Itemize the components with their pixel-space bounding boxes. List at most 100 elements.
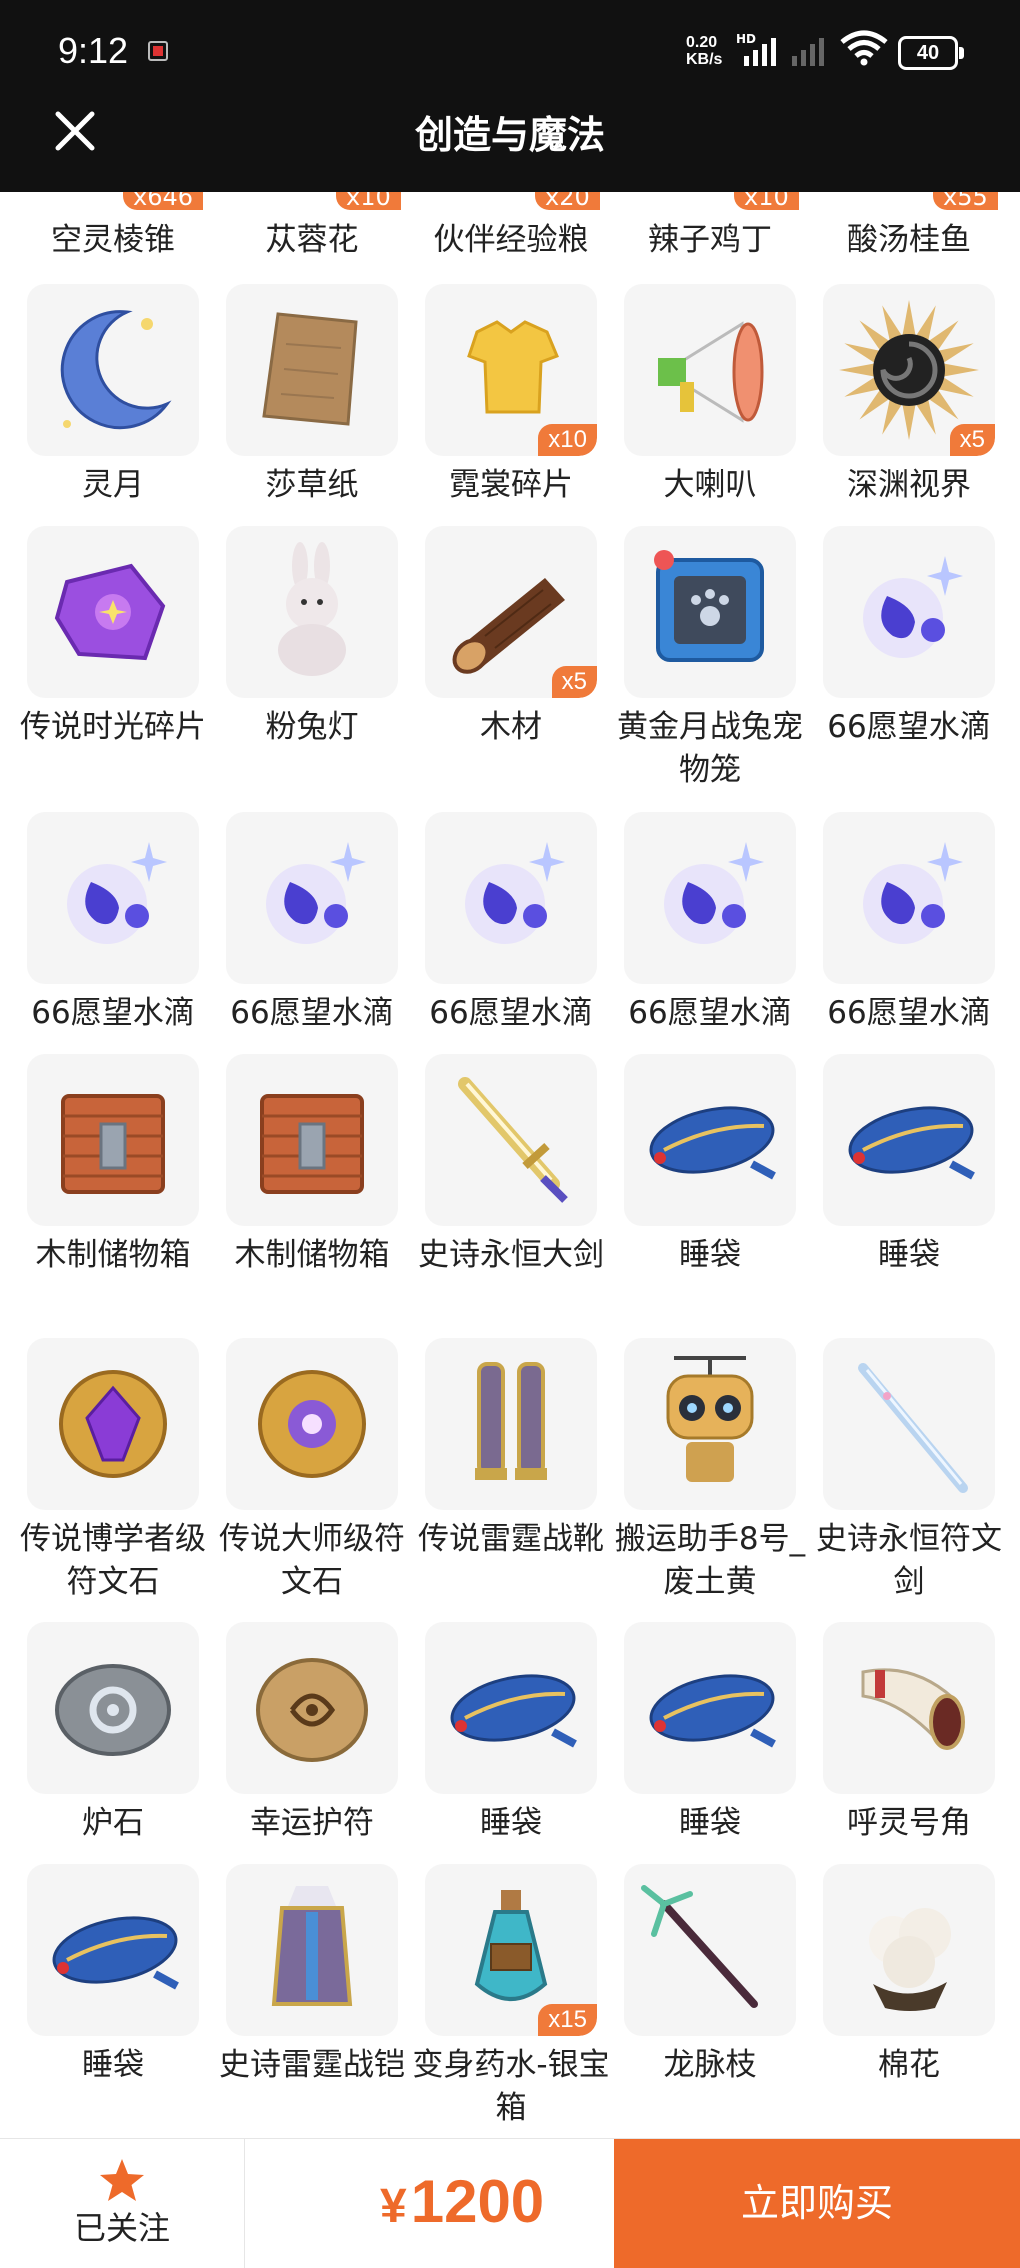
item-name: 伙伴经验粮	[433, 222, 589, 258]
item-name: 木制储物箱	[234, 1237, 390, 1273]
status-time: 9:12	[58, 30, 129, 71]
item-thumbnail	[823, 1054, 995, 1226]
item-name: 传说时光碎片	[20, 709, 206, 745]
item-thumbnail	[624, 1054, 796, 1226]
top-bar: 9:12 0.20 KB/s HD 40 创造与魔法	[0, 0, 1020, 192]
item-count-badge: x5	[551, 666, 597, 698]
item-count-badge: x10	[336, 192, 401, 210]
wish-drop-icon	[465, 842, 565, 944]
follow-label: 已关注	[73, 2209, 170, 2247]
item-thumbnail	[226, 284, 398, 456]
item-thumbnail: x5	[425, 526, 597, 698]
wish-drop-icon	[664, 842, 764, 944]
item-name: 空灵棱锥	[51, 222, 175, 258]
item-name: 莎草纸	[265, 467, 359, 503]
item-thumbnail	[27, 1054, 199, 1226]
megaphone-icon	[658, 321, 764, 423]
item-thumbnail	[226, 1054, 398, 1226]
item-name: 史诗雷霆战铠	[219, 2047, 405, 2083]
rune-sword-icon	[858, 1363, 968, 1493]
bunny-lamp-icon	[278, 542, 346, 676]
item-name: 传说博学者级符文石	[20, 1521, 206, 1600]
item-name: 66愿望水滴	[827, 995, 991, 1031]
bottom-bar: 已关注 ¥1200 立即购买	[0, 2138, 1020, 2268]
item-count-badge: x55	[933, 192, 998, 210]
buy-now-button[interactable]: 立即购买	[614, 2139, 1020, 2268]
item-name: 大喇叭	[663, 467, 757, 503]
item-name: 睡袋	[878, 1237, 940, 1273]
thunder-boots-icon	[475, 1362, 547, 1480]
item-thumbnail: x15	[425, 1864, 597, 2036]
screen-record-icon	[148, 41, 168, 61]
item-name: 史诗永恒大剑	[418, 1237, 604, 1273]
item-thumbnail	[425, 812, 597, 984]
item-name: 传说大师级符文石	[219, 1521, 405, 1600]
item-thumbnail	[226, 526, 398, 698]
wooden-chest-icon	[61, 1094, 165, 1194]
item-name: 粉兔灯	[265, 709, 359, 745]
item-name: 黄金月战兔宠物笼	[617, 709, 803, 788]
item-thumbnail	[27, 284, 199, 456]
wish-drop-icon	[67, 842, 167, 944]
item-name: 66愿望水滴	[429, 995, 593, 1031]
item-name: 睡袋	[82, 2047, 144, 2083]
item-thumbnail	[624, 812, 796, 984]
network-speed-value: 0.20	[686, 34, 718, 51]
price-amount: 1200	[410, 2168, 545, 2235]
item-name: 木材	[480, 709, 542, 745]
item-thumbnail	[425, 1054, 597, 1226]
item-thumbnail	[823, 1864, 995, 2036]
item-count-badge: x10	[538, 424, 597, 456]
item-name: 史诗永恒符文剑	[816, 1521, 1002, 1600]
wish-drop-icon	[266, 842, 366, 944]
sleeping-bag-icon	[848, 1106, 975, 1180]
item-name: 66愿望水滴	[628, 995, 792, 1031]
item-name: 灵月	[82, 467, 144, 503]
item-name: 辣子鸡丁	[648, 222, 772, 258]
battery-icon: 40	[898, 36, 964, 70]
star-icon	[100, 2159, 144, 2201]
follow-button[interactable]: 已关注	[0, 2139, 245, 2268]
item-name: 龙脉枝	[663, 2047, 757, 2083]
item-thumbnail	[624, 1622, 796, 1794]
lucky-charm-icon	[256, 1658, 368, 1762]
item-thumbnail	[27, 1864, 199, 2036]
item-grid: x646 空灵棱锥 x10 苁蓉花 x20 伙伴经验粮 x10 辣子鸡丁 x55 酸汤桂鱼 灵月 莎草…	[0, 192, 1020, 2138]
sleeping-bag-icon	[649, 1674, 776, 1748]
item-name: 66愿望水滴	[827, 709, 991, 745]
item-name: 睡袋	[679, 1237, 741, 1273]
rune-stone-purple-icon	[59, 1370, 167, 1478]
item-thumbnail	[624, 1864, 796, 2036]
signal-icon	[744, 32, 776, 66]
item-name: 深渊视界	[847, 467, 971, 503]
item-name: 搬运助手8号_废土黄	[614, 1521, 806, 1600]
sleeping-bag-icon	[52, 1916, 179, 1990]
wish-drop-icon	[863, 842, 963, 944]
item-thumbnail	[27, 812, 199, 984]
network-speed-unit: KB/s	[686, 51, 723, 68]
price: ¥1200	[380, 2167, 544, 2236]
item-thumbnail	[823, 526, 995, 698]
item-name: 传说雷霆战靴	[418, 1521, 604, 1557]
hearthstone-icon	[55, 1664, 171, 1756]
item-thumbnail	[823, 1622, 995, 1794]
item-thumbnail	[624, 526, 796, 698]
item-thumbnail: x5	[823, 284, 995, 456]
item-thumbnail	[226, 812, 398, 984]
item-count-badge: x646	[123, 192, 204, 210]
item-name: 66愿望水滴	[230, 995, 394, 1031]
greatsword-icon	[458, 1077, 568, 1203]
item-thumbnail	[823, 1338, 995, 1510]
page-title: 创造与魔法	[414, 113, 605, 157]
item-name: 酸汤桂鱼	[847, 222, 971, 258]
item-name: 木制储物箱	[35, 1237, 191, 1273]
price-currency: ¥	[380, 2180, 407, 2233]
item-thumbnail	[823, 812, 995, 984]
item-count-badge: x10	[734, 192, 799, 210]
thunder-armor-icon	[271, 1886, 353, 2006]
cotton-icon	[869, 1908, 951, 2011]
item-thumbnail	[226, 1338, 398, 1510]
item-name: 苁蓉花	[265, 222, 359, 258]
wooden-chest-icon	[260, 1094, 364, 1194]
item-thumbnail	[27, 526, 199, 698]
